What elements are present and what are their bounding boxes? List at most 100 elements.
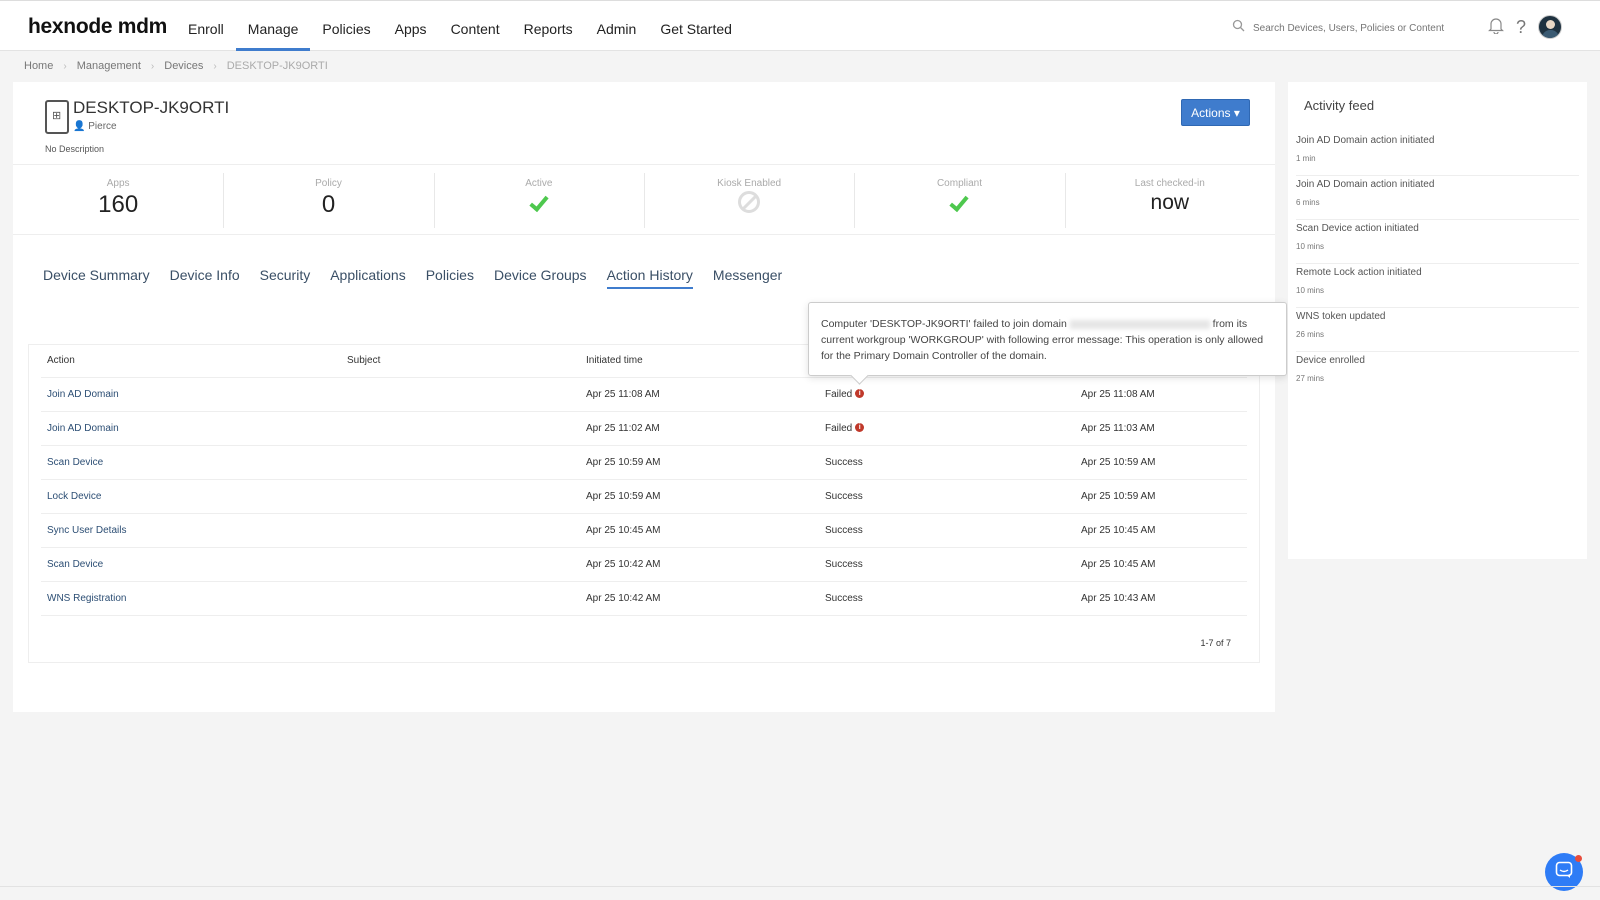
tab-device-info[interactable]: Device Info	[170, 267, 240, 289]
cell-subject	[341, 547, 580, 582]
search-box	[1232, 19, 1453, 37]
stat-kiosk-label: Kiosk Enabled	[717, 178, 782, 189]
device-description: No Description	[45, 144, 105, 154]
device-user: 👤 Pierce	[73, 121, 117, 132]
tab-security[interactable]: Security	[260, 267, 311, 289]
cell-initiated: Apr 25 10:59 AM	[580, 445, 819, 480]
tab-device-groups[interactable]: Device Groups	[494, 267, 587, 289]
cell-completed: Apr 25 10:43 AM	[1075, 581, 1247, 616]
cell-action[interactable]: Lock Device	[41, 479, 341, 514]
table-row[interactable]: WNS Registration Apr 25 10:42 AM Success Ap…	[41, 581, 1247, 616]
breadcrumb-management[interactable]: Management	[77, 60, 141, 72]
tab-policies[interactable]: Policies	[426, 267, 474, 289]
action-history-table: Action Subject Initiated time Join AD Do…	[28, 344, 1260, 663]
info-icon[interactable]: i	[855, 423, 865, 433]
nav-manage[interactable]: Manage	[235, 1, 311, 51]
feed-item: WNS token updated 26 mins	[1296, 308, 1579, 352]
feed-item-time: 10 mins	[1296, 286, 1325, 295]
header-initiated-time[interactable]: Initiated time	[580, 345, 819, 378]
feed-item-text: WNS token updated	[1296, 311, 1386, 322]
cell-initiated: Apr 25 10:59 AM	[580, 479, 819, 514]
table-row[interactable]: Join AD Domain Apr 25 11:08 AM Failed i Apr …	[41, 377, 1247, 412]
table-row[interactable]: Lock Device Apr 25 10:59 AM Success Apr 25 …	[41, 479, 1247, 514]
redacted-domain	[1069, 319, 1210, 329]
cell-subject	[341, 445, 580, 480]
feed-item-text: Scan Device action initiated	[1296, 223, 1419, 234]
breadcrumb: Home › Management › Devices › DESKTOP-JK…	[24, 60, 328, 72]
cell-completed: Apr 25 10:45 AM	[1075, 513, 1247, 548]
cell-completed: Apr 25 10:45 AM	[1075, 547, 1247, 582]
cell-action[interactable]: Join AD Domain	[41, 377, 341, 412]
cell-status: Failed i	[819, 411, 1075, 446]
user-icon: 👤	[73, 121, 86, 132]
status-text: Success	[825, 592, 863, 604]
tab-action-history[interactable]: Action History	[606, 267, 693, 289]
cell-action[interactable]: Scan Device	[41, 445, 341, 480]
cell-action[interactable]: Join AD Domain	[41, 411, 341, 446]
feed-item: Scan Device action initiated 10 mins	[1296, 220, 1579, 264]
cell-action[interactable]: WNS Registration	[41, 581, 341, 616]
nav-policies[interactable]: Policies	[310, 1, 382, 51]
cell-completed: Apr 25 11:08 AM	[1075, 377, 1247, 412]
brand-logo[interactable]: hexnode mdm	[28, 15, 167, 39]
stat-last-checked: Last checked-in now	[1064, 165, 1275, 234]
stat-last-checked-label: Last checked-in	[1134, 178, 1205, 189]
table-row[interactable]: Scan Device Apr 25 10:42 AM Success Apr 25 …	[41, 547, 1247, 582]
nav-content[interactable]: Content	[439, 1, 512, 51]
feed-item-time: 26 mins	[1296, 330, 1325, 339]
search-icon[interactable]	[1232, 19, 1245, 37]
activity-feed-list: Join AD Domain action initiated 1 min Join…	[1296, 132, 1579, 396]
stat-active-label: Active	[525, 178, 553, 189]
feed-item-text: Device enrolled	[1296, 355, 1365, 366]
info-icon[interactable]: i	[855, 389, 865, 399]
stat-policy-value: 0	[321, 191, 336, 218]
table-row[interactable]: Join AD Domain Apr 25 11:02 AM Failed i Apr …	[41, 411, 1247, 446]
table-row[interactable]: Sync User Details Apr 25 10:45 AM Success A…	[41, 513, 1247, 548]
breadcrumb-home[interactable]: Home	[24, 60, 53, 72]
stat-policy[interactable]: Policy 0	[223, 165, 433, 234]
feed-item-text: Join AD Domain action initiated	[1296, 179, 1435, 190]
stat-apps-label: Apps	[106, 178, 130, 189]
tab-applications[interactable]: Applications	[330, 267, 406, 289]
cell-status: Success	[819, 581, 1075, 616]
check-icon	[949, 191, 970, 213]
feed-item-time: 10 mins	[1296, 242, 1325, 251]
stat-policy-label: Policy	[315, 178, 342, 189]
cell-initiated: Apr 25 10:42 AM	[580, 581, 819, 616]
cell-completed: Apr 25 10:59 AM	[1075, 479, 1247, 514]
status-text: Success	[825, 558, 863, 570]
nav-admin[interactable]: Admin	[585, 1, 649, 51]
activity-feed: Activity feed Join AD Domain action init…	[1288, 82, 1587, 559]
stat-apps[interactable]: Apps 160	[13, 165, 223, 234]
search-input[interactable]	[1253, 22, 1453, 34]
tab-device-summary[interactable]: Device Summary	[43, 267, 150, 289]
header-subject[interactable]: Subject	[341, 345, 580, 378]
nav-apps[interactable]: Apps	[383, 1, 439, 51]
nav-enroll[interactable]: Enroll	[176, 1, 236, 51]
cell-initiated: Apr 25 11:08 AM	[580, 377, 819, 412]
tab-messenger[interactable]: Messenger	[713, 267, 782, 289]
stat-kiosk: Kiosk Enabled	[643, 165, 854, 234]
help-icon[interactable]: ?	[1516, 17, 1526, 38]
cell-action[interactable]: Scan Device	[41, 547, 341, 582]
header-action[interactable]: Action	[41, 345, 341, 378]
status-text: Failed	[825, 388, 853, 400]
feed-item: Remote Lock action initiated 10 mins	[1296, 264, 1579, 308]
bell-icon[interactable]	[1488, 16, 1504, 39]
table-row[interactable]: Scan Device Apr 25 10:59 AM Success Apr 25 …	[41, 445, 1247, 480]
stat-active: Active	[433, 165, 644, 234]
cell-action[interactable]: Sync User Details	[41, 513, 341, 548]
cell-subject	[341, 411, 580, 446]
cell-subject	[341, 479, 580, 514]
avatar[interactable]	[1538, 15, 1563, 39]
feed-item-text: Join AD Domain action initiated	[1296, 135, 1435, 146]
nav-reports[interactable]: Reports	[512, 1, 585, 51]
device-user-name[interactable]: Pierce	[88, 121, 116, 132]
actions-button[interactable]: Actions ▾	[1181, 99, 1250, 126]
nav-get-started[interactable]: Get Started	[648, 1, 744, 51]
feed-item-time: 6 mins	[1296, 198, 1320, 207]
activity-feed-title: Activity feed	[1304, 98, 1375, 113]
breadcrumb-devices[interactable]: Devices	[164, 60, 203, 72]
pagination-info: 1-7 of 7	[1200, 638, 1231, 648]
stat-compliant-label: Compliant	[936, 178, 982, 189]
